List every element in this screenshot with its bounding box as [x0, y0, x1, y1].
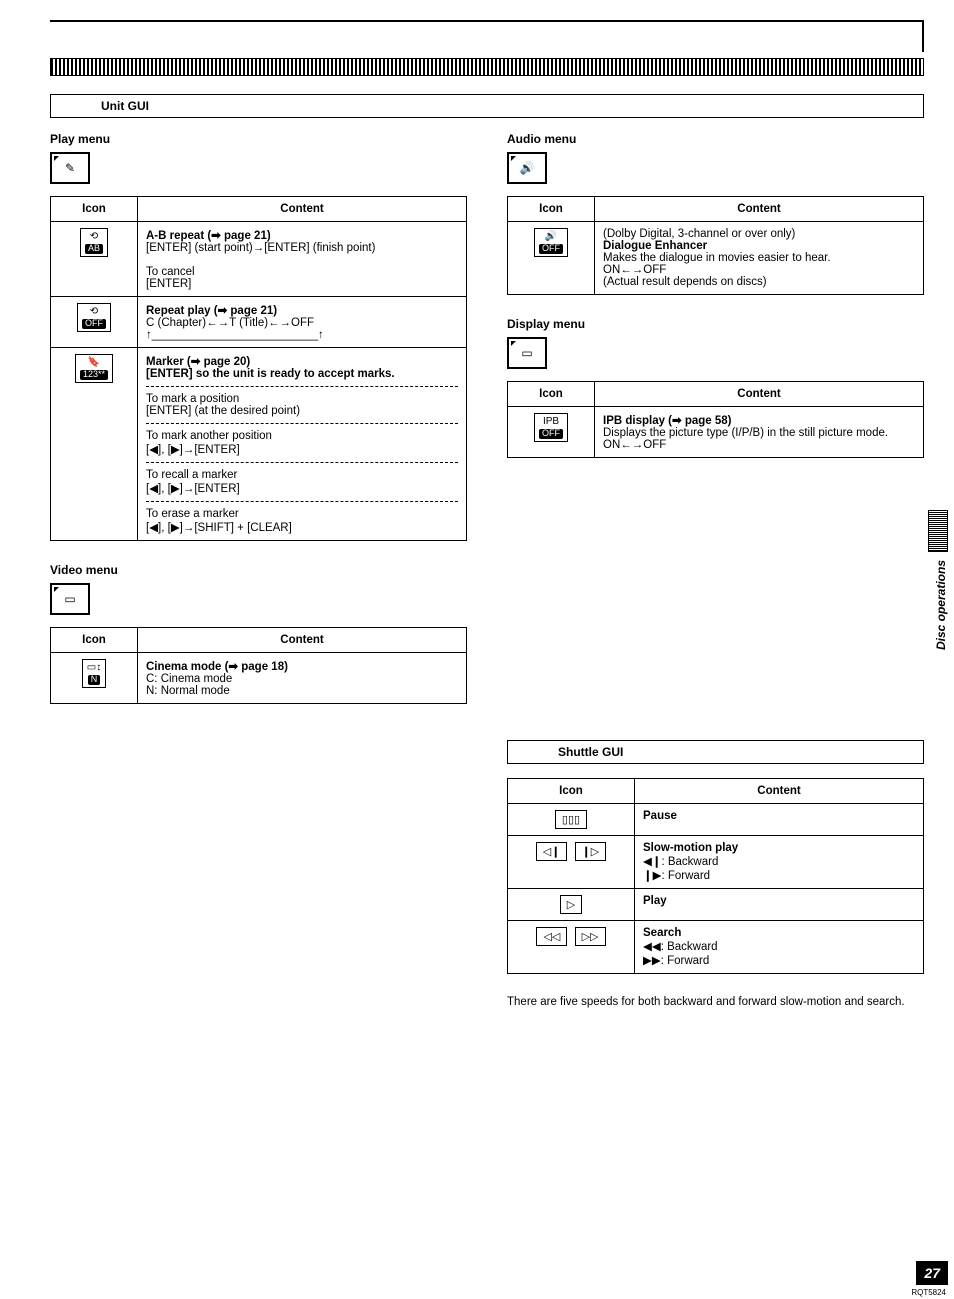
- table-row: 🔊 OFF (Dolby Digital, 3-channel or over …: [508, 222, 924, 295]
- dialogue-enhancer-title: Dialogue Enhancer: [603, 240, 707, 252]
- table-header-content: Content: [138, 628, 467, 653]
- pause-icon: ▯▯▯: [555, 810, 587, 829]
- play-menu-icon: ✎: [50, 152, 90, 184]
- search-forward-icon: ▷▷: [575, 927, 606, 946]
- decorative-noise-bar: [50, 58, 924, 76]
- unit-gui-label: Unit GUI: [101, 99, 149, 113]
- slow-backward-icon: ◁❙: [536, 842, 568, 861]
- shuttle-note: There are five speeds for both backward …: [507, 996, 924, 1008]
- ipb-display-title: IPB display (➡ page 58): [603, 415, 732, 427]
- table-header-content: Content: [138, 197, 467, 222]
- ab-repeat-icon: ⟲ AB: [80, 228, 108, 257]
- audio-menu-icon: 🔊: [507, 152, 547, 184]
- right-column: Audio menu 🔊 Icon Content 🔊 OFF (Dolby D…: [507, 132, 924, 1008]
- left-column: Play menu ✎ Icon Content ⟲ AB A-B repeat…: [50, 132, 467, 726]
- repeat-play-icon: ⟲ OFF: [77, 303, 111, 332]
- display-menu-table: Icon Content IPB OFF IPB display (➡ page…: [507, 381, 924, 458]
- cinema-mode-icon: ▭↕ N: [82, 659, 106, 688]
- display-menu-heading: Display menu: [507, 317, 924, 331]
- table-header-content: Content: [595, 382, 924, 407]
- table-row: ▯▯▯ Pause: [508, 804, 924, 836]
- pause-title: Pause: [643, 810, 677, 822]
- slow-motion-title: Slow-motion play: [643, 842, 738, 854]
- table-row: IPB OFF IPB display (➡ page 58) Displays…: [508, 407, 924, 458]
- display-menu-icon: ▭: [507, 337, 547, 369]
- table-header-content: Content: [595, 197, 924, 222]
- table-row: ⟲ AB A-B repeat (➡ page 21) [ENTER] (sta…: [51, 222, 467, 297]
- page-number: 27: [916, 1261, 948, 1285]
- video-menu-table: Icon Content ▭↕ N Cinema mode (➡ page 18…: [50, 627, 467, 704]
- slow-forward-icon: ❙▷: [575, 842, 607, 861]
- ab-repeat-title: A-B repeat (➡ page 21): [146, 230, 271, 242]
- table-header-icon: Icon: [508, 197, 595, 222]
- shuttle-gui-label-box: Shuttle GUI: [507, 740, 924, 764]
- marker-icon: 🔖 123**: [75, 354, 113, 383]
- shuttle-table: Icon Content ▯▯▯ Pause ◁❙ ❙▷ Slow-motion…: [507, 778, 924, 974]
- unit-gui-label-box: Unit GUI: [50, 94, 924, 118]
- cinema-mode-title: Cinema mode (➡ page 18): [146, 661, 288, 673]
- table-row: ◁◁ ▷▷ Search ◀◀: Backward ▶▶: Forward: [508, 921, 924, 974]
- table-row: ⟲ OFF Repeat play (➡ page 21) C (Chapter…: [51, 297, 467, 348]
- ipb-display-icon: IPB OFF: [534, 413, 568, 442]
- document-code: RQT5824: [911, 1288, 946, 1297]
- table-header-icon: Icon: [508, 382, 595, 407]
- table-row: ▷ Play: [508, 889, 924, 921]
- side-decorative-bar: [928, 510, 948, 552]
- audio-menu-heading: Audio menu: [507, 132, 924, 146]
- play-title: Play: [643, 895, 667, 907]
- table-header-icon: Icon: [508, 779, 635, 804]
- side-tab-label: Disc operations: [934, 560, 948, 650]
- page-top-border: [50, 20, 924, 52]
- video-menu-heading: Video menu: [50, 563, 467, 577]
- table-row: 🔖 123** Marker (➡ page 20) [ENTER] so th…: [51, 348, 467, 541]
- table-header-icon: Icon: [51, 628, 138, 653]
- table-row: ▭↕ N Cinema mode (➡ page 18) C: Cinema m…: [51, 653, 467, 704]
- video-menu-icon: ▭: [50, 583, 90, 615]
- search-title: Search: [643, 927, 681, 939]
- play-menu-table: Icon Content ⟲ AB A-B repeat (➡ page 21)…: [50, 196, 467, 541]
- play-menu-heading: Play menu: [50, 132, 467, 146]
- table-row: ◁❙ ❙▷ Slow-motion play ◀❙: Backward ❙▶: …: [508, 836, 924, 889]
- table-header-icon: Icon: [51, 197, 138, 222]
- shuttle-gui-label: Shuttle GUI: [558, 745, 623, 759]
- dialogue-enhancer-icon: 🔊 OFF: [534, 228, 568, 257]
- search-backward-icon: ◁◁: [536, 927, 567, 946]
- play-icon: ▷: [560, 895, 582, 914]
- repeat-play-title: Repeat play (➡ page 21): [146, 305, 277, 317]
- audio-menu-table: Icon Content 🔊 OFF (Dolby Digital, 3-cha…: [507, 196, 924, 295]
- table-header-content: Content: [635, 779, 924, 804]
- marker-title: Marker (➡ page 20): [146, 356, 250, 368]
